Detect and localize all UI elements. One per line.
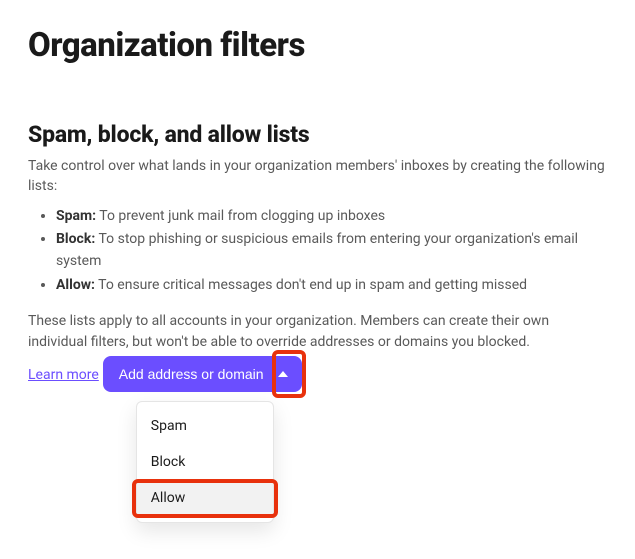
list-item: Allow: To ensure critical messages don't…	[56, 274, 607, 298]
page-title: Organization filters	[28, 26, 607, 65]
list-item-text: To prevent junk mail from clogging up in…	[96, 208, 385, 224]
note-text: These lists apply to all accounts in you…	[28, 311, 607, 352]
list-item-label: Allow:	[56, 277, 95, 293]
list-item-label: Block:	[56, 231, 95, 247]
menu-item-allow[interactable]: Allow	[137, 480, 273, 516]
list-item-text: To stop phishing or suspicious emails fr…	[56, 231, 578, 269]
list-item: Block: To stop phishing or suspicious em…	[56, 228, 607, 273]
list-item-text: To ensure critical messages don't end up…	[95, 277, 527, 293]
menu-item-block[interactable]: Block	[137, 444, 273, 480]
list-item-label: Spam:	[56, 208, 96, 224]
filter-type-menu: Spam Block Allow	[136, 401, 274, 523]
menu-item-spam[interactable]: Spam	[137, 408, 273, 444]
button-label: Add address or domain	[119, 366, 264, 382]
section-title: Spam, block, and allow lists	[28, 121, 607, 148]
add-address-or-domain-button[interactable]: Add address or domain	[103, 356, 302, 392]
intro-text: Take control over what lands in your org…	[28, 156, 607, 197]
learn-more-link[interactable]: Learn more	[28, 367, 99, 383]
caret-up-icon	[278, 371, 288, 377]
menu-item-label: Allow	[151, 490, 185, 506]
list-item: Spam: To prevent junk mail from clogging…	[56, 205, 607, 229]
filter-type-list: Spam: To prevent junk mail from clogging…	[28, 205, 607, 298]
